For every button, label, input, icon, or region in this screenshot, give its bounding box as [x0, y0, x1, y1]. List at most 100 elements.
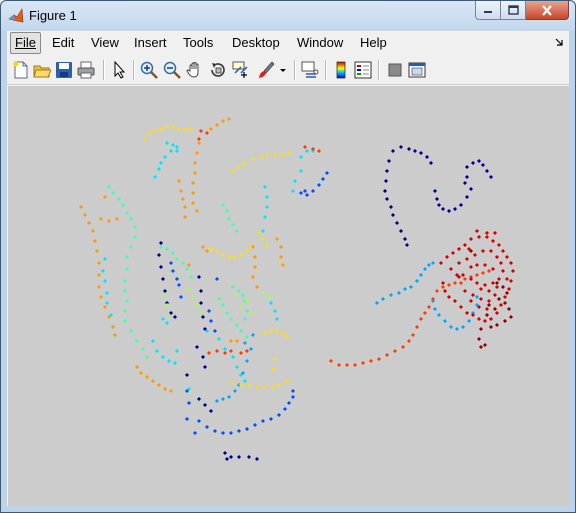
edit-plot-arrow-icon[interactable]	[110, 61, 128, 79]
scatter-point	[446, 282, 452, 288]
scatter-point	[150, 338, 156, 344]
minimize-button[interactable]	[475, 1, 501, 20]
print-icon[interactable]	[77, 61, 95, 79]
data-cursor-icon[interactable]	[232, 61, 250, 79]
menu-view[interactable]: View	[91, 35, 119, 51]
scatter-point	[82, 212, 88, 218]
show-plot-tools-icon[interactable]	[408, 61, 426, 79]
scatter-point	[418, 316, 424, 322]
scatter-point	[374, 300, 380, 306]
scatter-point	[174, 348, 180, 354]
hide-plot-tools-icon[interactable]	[386, 61, 404, 79]
maximize-button[interactable]	[501, 1, 526, 20]
scatter-point	[176, 178, 182, 184]
dock-arrow-icon[interactable]	[555, 38, 563, 46]
figure-client-area: File Edit View Insert Tools Desktop Wind…	[7, 31, 569, 506]
pan-hand-icon[interactable]	[186, 61, 204, 79]
scatter-point	[100, 268, 106, 274]
minimize-icon	[484, 11, 492, 13]
scatter-point	[442, 318, 448, 324]
zoom-out-icon[interactable]	[163, 61, 181, 79]
new-figure-icon[interactable]	[12, 61, 30, 79]
zoom-in-icon[interactable]	[140, 61, 158, 79]
scatter-point	[186, 262, 192, 268]
scatter-point	[290, 388, 296, 394]
open-file-icon[interactable]	[33, 61, 51, 79]
scatter-point	[168, 388, 174, 394]
menu-desktop[interactable]: Desktop	[232, 35, 280, 51]
scatter-point	[194, 208, 200, 214]
scatter-point	[462, 288, 468, 294]
scatter-point	[202, 364, 208, 370]
menu-window[interactable]: Window	[297, 35, 343, 51]
scatter-point	[510, 268, 516, 274]
scatter-point	[286, 150, 292, 156]
scatter-point	[502, 294, 508, 300]
scatter-point	[256, 230, 262, 236]
scatter-point	[410, 332, 416, 338]
brush-dropdown-chevron-down-icon[interactable]	[278, 61, 288, 79]
scatter-point	[124, 266, 130, 272]
scatter-point	[190, 294, 196, 300]
scatter-point	[502, 318, 508, 324]
menu-tools[interactable]: Tools	[183, 35, 213, 51]
scatter-point	[188, 274, 194, 280]
scatter-point	[406, 146, 412, 152]
scatter-point	[226, 216, 232, 222]
scatter-point	[496, 276, 502, 282]
menu-help[interactable]: Help	[360, 35, 387, 51]
scatter-point	[408, 284, 414, 290]
toolbar-separator	[294, 60, 296, 80]
scatter-point	[228, 316, 234, 322]
scatter-point	[490, 238, 496, 244]
close-button[interactable]	[526, 1, 569, 20]
figure-canvas[interactable]	[8, 86, 569, 506]
menu-insert[interactable]: Insert	[134, 35, 167, 51]
scatter-point	[504, 276, 510, 282]
rotate-3d-icon[interactable]	[209, 61, 227, 79]
scatter-point	[496, 296, 502, 302]
scatter-series	[162, 286, 272, 318]
scatter-point	[214, 122, 220, 128]
scatter-point	[464, 194, 470, 200]
title-bar[interactable]: Figure 1	[1, 1, 575, 31]
scatter-point	[488, 324, 494, 330]
menu-edit[interactable]: Edit	[52, 35, 74, 51]
scatter-point	[242, 340, 248, 346]
scatter-point	[456, 246, 462, 252]
scatter-point	[250, 332, 256, 338]
scatter-point	[260, 228, 266, 234]
scatter-point	[236, 428, 242, 434]
scatter-point	[230, 222, 236, 228]
scatter-point	[98, 294, 104, 300]
scatter-point	[468, 236, 474, 242]
scatter-point	[190, 200, 196, 206]
scatter-point	[388, 204, 394, 210]
colorbar-icon[interactable]	[332, 61, 350, 79]
scatter-point	[496, 242, 502, 248]
scatter-point	[488, 174, 494, 180]
legend-icon[interactable]	[354, 61, 372, 79]
menu-file[interactable]: File	[10, 32, 41, 54]
scatter-point	[506, 286, 512, 292]
save-icon[interactable]	[55, 61, 73, 79]
scatter-point	[138, 370, 144, 376]
scatter-point	[230, 168, 236, 174]
scatter-point	[272, 356, 278, 362]
brush-icon[interactable]	[257, 61, 275, 79]
scatter-point	[382, 188, 388, 194]
scatter-point	[248, 346, 254, 352]
scatter-point	[220, 252, 226, 258]
scatter-point	[230, 354, 236, 360]
link-plot-icon[interactable]	[301, 61, 319, 79]
scatter-point	[260, 236, 266, 242]
scatter-point	[466, 318, 472, 324]
scatter-point	[500, 268, 506, 274]
scatter-point	[158, 264, 164, 270]
scatter-point	[214, 348, 220, 354]
scatter-point	[270, 366, 276, 372]
scatter-point	[106, 184, 112, 190]
scatter-point	[390, 148, 396, 154]
scatter-point	[302, 188, 308, 194]
scatter-point	[504, 290, 510, 296]
